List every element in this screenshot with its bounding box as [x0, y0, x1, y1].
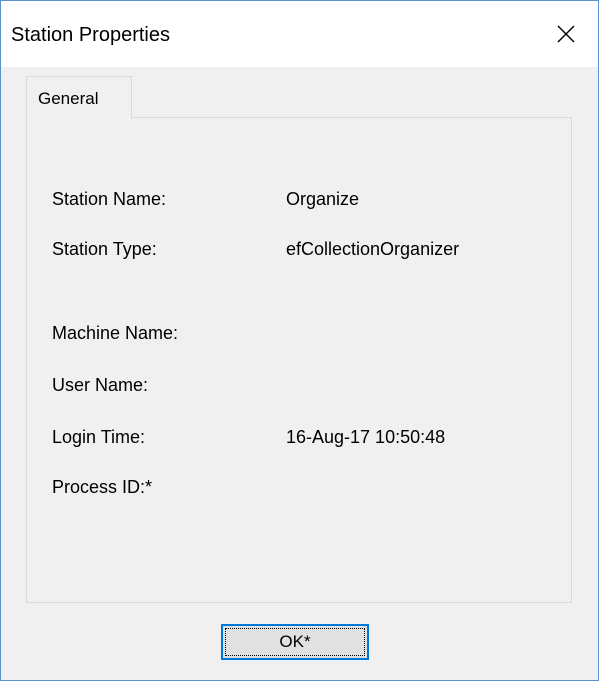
- login-time-value: 16-Aug-17 10:50:48: [286, 427, 446, 447]
- close-button[interactable]: [534, 1, 598, 67]
- tab-general-label: General: [38, 89, 99, 108]
- station-type-label: Station Type:: [52, 239, 157, 259]
- tab-general[interactable]: General: [26, 76, 132, 119]
- title-bar: Station Properties: [1, 1, 598, 67]
- station-name-value: Organize: [286, 189, 360, 209]
- window-title: Station Properties: [11, 24, 170, 46]
- station-properties-dialog: Station Properties General Station Name:…: [0, 0, 599, 681]
- ok-button[interactable]: OK*: [221, 624, 369, 660]
- machine-name-label: Machine Name:: [52, 323, 179, 343]
- general-tab-panel: Station Name: Organize Station Type: efC…: [26, 117, 572, 603]
- ok-button-label: OK*: [279, 632, 311, 651]
- station-type-value: efCollectionOrganizer: [286, 239, 460, 259]
- login-time-label: Login Time:: [52, 427, 146, 447]
- close-icon: [557, 25, 575, 43]
- process-id-label: Process ID:*: [52, 477, 153, 497]
- user-name-label: User Name:: [52, 375, 149, 395]
- station-name-label: Station Name:: [52, 189, 167, 209]
